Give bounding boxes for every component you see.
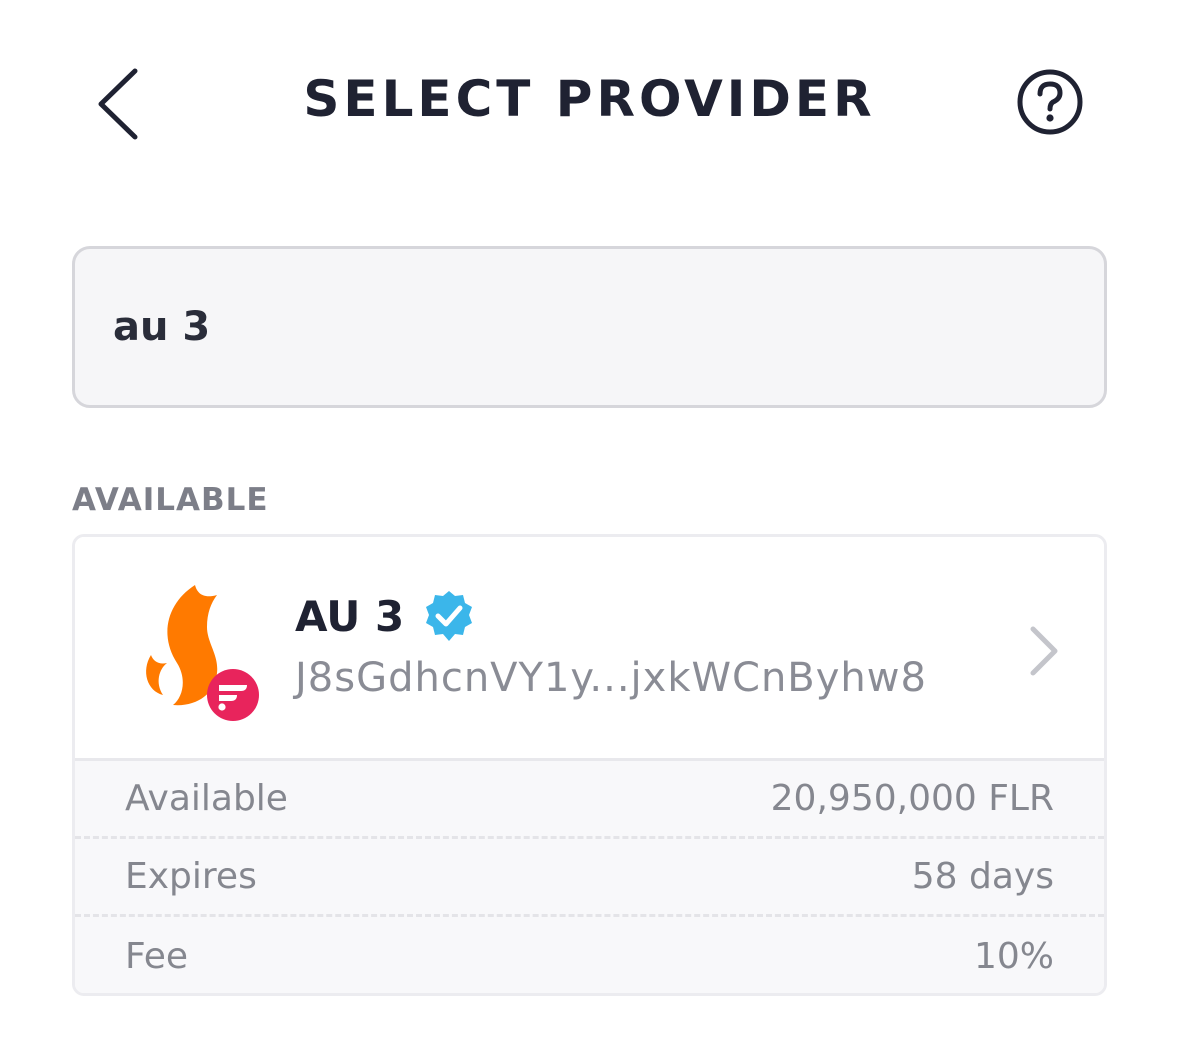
detail-label: Expires <box>125 856 257 897</box>
detail-value: 58 days <box>911 856 1054 897</box>
chevron-right-icon <box>1030 626 1058 676</box>
provider-address: J8sGdhcnVY1y...jxkWCnByhw8 <box>295 655 927 701</box>
search-input[interactable] <box>113 304 1104 350</box>
detail-label: Available <box>125 778 288 819</box>
detail-label: Fee <box>125 935 189 977</box>
detail-row-fee: Fee 10% <box>75 917 1104 993</box>
page-title: SELECT PROVIDER <box>303 70 876 128</box>
flame-logo-icon <box>146 585 259 721</box>
provider-name-row: AU 3 <box>295 589 476 643</box>
verified-badge-icon <box>426 591 473 641</box>
question-circle-icon <box>1017 69 1083 135</box>
provider-name: AU 3 <box>295 591 405 641</box>
provider-card-header[interactable]: AU 3 J8sGdhcnVY1y...jxkWCnByhw8 <box>75 537 1104 761</box>
detail-row-available: Available 20,950,000 FLR <box>75 761 1104 839</box>
help-button[interactable] <box>1014 66 1086 138</box>
detail-value: 20,950,000 FLR <box>770 778 1054 819</box>
detail-row-expires: Expires 58 days <box>75 839 1104 917</box>
provider-details: Available 20,950,000 FLR Expires 58 days… <box>75 761 1104 993</box>
detail-value: 10% <box>973 935 1054 977</box>
section-header-available: AVAILABLE <box>72 482 269 518</box>
select-provider-screen: SELECT PROVIDER AVAILABLE <box>0 0 1179 1040</box>
search-field[interactable] <box>72 246 1107 408</box>
provider-card[interactable]: AU 3 J8sGdhcnVY1y...jxkWCnByhw8 Availabl… <box>72 534 1107 996</box>
